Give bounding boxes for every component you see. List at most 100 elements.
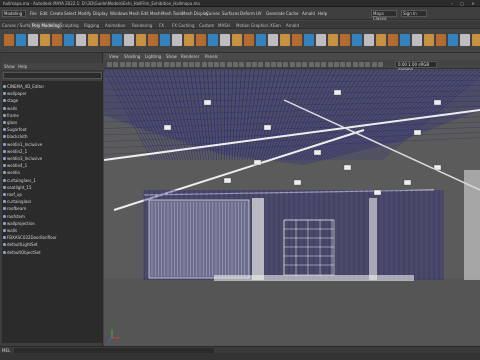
outliner-item[interactable]: blackcloth (2, 133, 103, 140)
menu-windows[interactable]: Windows (110, 10, 128, 17)
shelf-tab-fx[interactable]: FX (157, 22, 166, 29)
menu-mesh[interactable]: Mesh (129, 10, 140, 17)
outliner-item[interactable]: roofbeam (2, 205, 103, 212)
shelf-tab-sculpting[interactable]: Sculpting (58, 22, 81, 29)
viewport-tool-icon[interactable] (371, 62, 377, 67)
shelf-tool-icon[interactable] (4, 34, 14, 46)
viewport-tool-icon[interactable] (163, 62, 169, 67)
viewport-tool-icon[interactable] (226, 62, 232, 67)
shelf-tool-icon[interactable] (172, 34, 182, 46)
shelf-tab-motion-graphics[interactable]: Motion Graphics (234, 22, 271, 29)
menu-surfaces[interactable]: Surfaces (222, 10, 239, 17)
viewport-tool-icon[interactable] (321, 62, 327, 67)
shelf-tool-icon[interactable] (268, 34, 278, 46)
viewport-tool-icon[interactable] (239, 62, 245, 67)
shelf-tool-icon[interactable] (340, 34, 350, 46)
menu-modify[interactable]: Modify (78, 10, 91, 17)
menu-help[interactable]: Help (318, 10, 327, 17)
menu-create[interactable]: Create (50, 10, 63, 17)
workspace-dropdown[interactable]: Maya Classic (371, 10, 397, 21)
viewport-tool-icon[interactable] (182, 62, 188, 67)
shelf-tool-icon[interactable] (304, 34, 314, 46)
shelf-tool-icon[interactable] (472, 34, 480, 46)
viewport-tool-icon[interactable] (245, 62, 251, 67)
viewport-tool-icon[interactable] (207, 62, 213, 67)
shelf-tool-icon[interactable] (448, 34, 458, 46)
shelf-tab-animation[interactable]: Animation (103, 22, 127, 29)
viewport-tool-icon[interactable] (302, 62, 308, 67)
outliner-item[interactable]: curtainglass_1 (2, 177, 103, 184)
menu-mesh-display[interactable]: Mesh Display (182, 10, 209, 17)
outliner-item[interactable]: Sugarfoot (2, 126, 103, 133)
viewport-tool-icon[interactable] (352, 62, 358, 67)
3d-viewport[interactable]: persp (104, 70, 480, 346)
viewport-tool-icon[interactable] (327, 62, 333, 67)
outliner-item[interactable]: FBXASC032Doorlibrifloor (2, 234, 103, 241)
viewport-tool-icon[interactable] (107, 62, 112, 67)
shelf-tool-icon[interactable] (160, 34, 170, 46)
menu-deform[interactable]: Deform (240, 10, 255, 17)
shelf-tool-icon[interactable] (124, 34, 134, 46)
viewport-tool-icon[interactable] (138, 62, 144, 67)
shelf-tool-icon[interactable] (316, 34, 326, 46)
outliner-item[interactable]: wallpaper (2, 90, 103, 97)
minimize-button[interactable]: – (448, 1, 456, 6)
outliner-menu-show[interactable]: Show (4, 64, 15, 69)
shelf-tool-icon[interactable] (244, 34, 254, 46)
viewport-tool-icon[interactable] (377, 62, 383, 67)
viewport-tool-icon[interactable] (195, 62, 201, 67)
menu-mesh-tools[interactable]: Mesh Tools (161, 10, 183, 17)
shelf-tab-rendering[interactable]: Rendering (130, 22, 154, 29)
shelf-tool-icon[interactable] (28, 34, 38, 46)
menu-generate[interactable]: Generate (266, 10, 285, 17)
viewport-tool-icon[interactable] (201, 62, 207, 67)
shelf-tool-icon[interactable] (280, 34, 290, 46)
outliner-item[interactable]: glass (2, 119, 103, 126)
viewport-tool-icon[interactable] (333, 62, 339, 67)
menu-uv[interactable]: UV (256, 10, 262, 17)
shelf-tool-icon[interactable] (376, 34, 386, 46)
shelf-tool-icon[interactable] (412, 34, 422, 46)
menu-arnold[interactable]: Arnold (302, 10, 315, 17)
shelf-tab-mash[interactable]: MASH (216, 22, 232, 29)
shelf-tool-icon[interactable] (232, 34, 242, 46)
viewport-tool-icon[interactable] (119, 62, 125, 67)
viewport-tool-icon[interactable] (125, 62, 131, 67)
outliner-item[interactable]: curtainglass (2, 198, 103, 205)
viewport-tool-icon[interactable] (233, 62, 238, 67)
viewport-tool-icon[interactable] (251, 62, 257, 67)
outliner-item[interactable]: weldin1_Inclusive (2, 141, 103, 148)
menu-edit[interactable]: Edit (40, 10, 48, 17)
outliner-item[interactable]: roofstem (2, 213, 103, 220)
menu-set-dropdown[interactable]: Modeling (2, 10, 26, 17)
viewport-tool-icon[interactable] (270, 62, 276, 67)
viewport-tool-icon[interactable] (277, 62, 283, 67)
viewport-tool-icon[interactable] (346, 62, 352, 67)
shelf-tool-icon[interactable] (40, 34, 50, 46)
outliner-item[interactable]: weldin2_1 (2, 148, 103, 155)
viewport-tool-icon[interactable] (365, 62, 371, 67)
menu-curves[interactable]: Curves (206, 10, 220, 17)
outliner-item[interactable]: seatlight_15 (2, 184, 103, 191)
sign-in-button[interactable]: Sign In (401, 10, 427, 17)
menu-file[interactable]: File (30, 10, 37, 17)
viewport-tool-icon[interactable] (170, 62, 175, 67)
outliner-search-input[interactable] (3, 72, 102, 79)
shelf-tab-poly-modeling[interactable]: Poly Modeling (30, 22, 62, 29)
viewport-tool-icon[interactable] (308, 62, 314, 67)
shelf-tab-xgen[interactable]: XGen (268, 22, 283, 29)
outliner-item[interactable]: walls (2, 105, 103, 112)
viewport-tool-icon[interactable] (176, 62, 182, 67)
menu-select[interactable]: Select (64, 10, 76, 17)
close-button[interactable]: ✕ (469, 1, 477, 6)
shelf-tool-icon[interactable] (76, 34, 86, 46)
shelf-tool-icon[interactable] (52, 34, 62, 46)
outliner-menu-help[interactable]: Help (18, 64, 27, 69)
shelf-tool-icon[interactable] (136, 34, 146, 46)
outliner-item[interactable]: roof_up (2, 191, 103, 198)
shelf-tool-icon[interactable] (292, 34, 302, 46)
shelf-tab-fx-caching[interactable]: FX Caching (170, 22, 196, 29)
shelf-tool-icon[interactable] (460, 34, 470, 46)
viewport-tool-icon[interactable] (132, 62, 138, 67)
shelf-tool-icon[interactable] (400, 34, 410, 46)
